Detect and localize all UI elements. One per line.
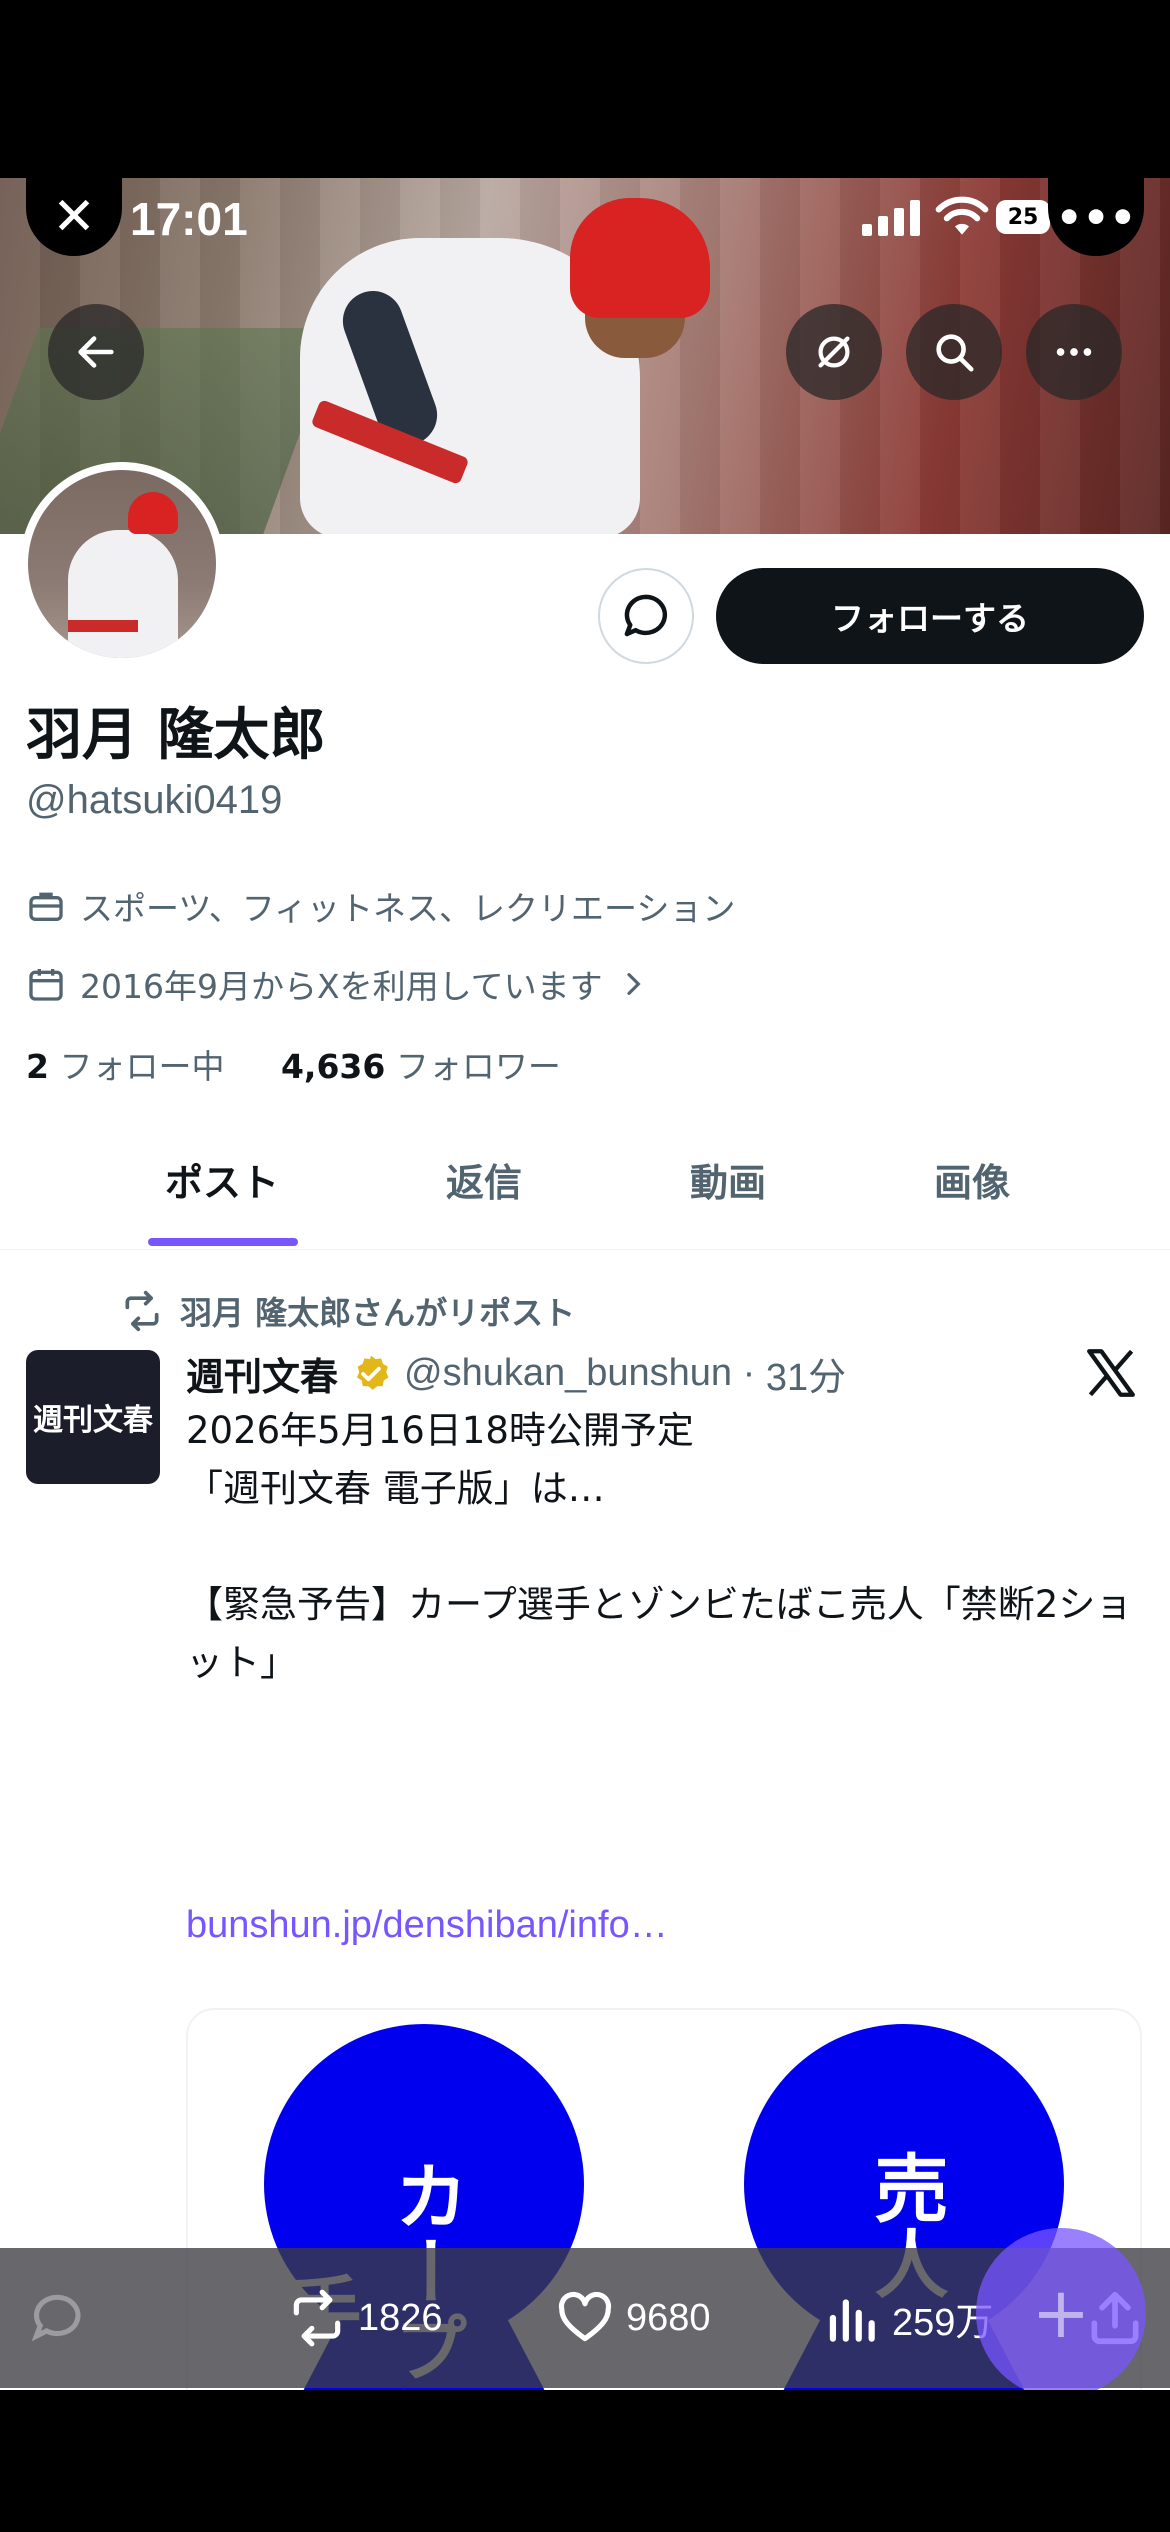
following-link[interactable]: 2 フォロー中	[26, 1047, 224, 1086]
message-button[interactable]	[598, 568, 694, 664]
following-count: 2	[26, 1047, 49, 1086]
reply-icon	[31, 2294, 81, 2342]
search-icon	[936, 334, 974, 372]
search-button[interactable]	[906, 304, 1002, 400]
calendar-icon	[29, 969, 63, 1001]
tab-posts[interactable]: ポスト	[122, 1108, 322, 1250]
followers-count: 4,636	[280, 1047, 386, 1086]
post-header: 週刊文春 @shukan_bunshun · 31分	[186, 1346, 846, 1401]
post-age: 31分	[765, 1357, 847, 1399]
profile-avatar[interactable]	[20, 462, 224, 666]
repost-count: 1826	[358, 2296, 443, 2339]
profile-more-button[interactable]	[1026, 304, 1122, 400]
grok-icon	[818, 336, 850, 368]
post-text: 2026年5月16日18時公開予定 「週刊文春 電子版」は… 【緊急予告】カープ…	[186, 1409, 1133, 1684]
compose-post-button[interactable]: +	[976, 2228, 1146, 2390]
status-time: 17:01	[130, 193, 248, 245]
heart-icon	[558, 2291, 612, 2342]
repost-icon	[125, 1290, 159, 1332]
battery-icon: 25	[996, 200, 1050, 234]
repost-action-icon	[293, 2289, 341, 2347]
signal-icon	[862, 200, 920, 236]
category-text: スポーツ、フィットネス、レクリエーション	[80, 889, 736, 928]
chat-bubble-icon	[624, 594, 668, 637]
post-author-name[interactable]: 週刊文春	[186, 1346, 338, 1401]
grok-button[interactable]	[786, 304, 882, 400]
tab-videos[interactable]: 動画	[628, 1108, 828, 1250]
profile-joined[interactable]: 2016年9月からXを利用しています	[26, 960, 649, 1008]
follow-button[interactable]: フォローする	[716, 568, 1144, 664]
bottom-letterbox	[0, 2390, 1170, 2532]
reply-button[interactable]	[26, 2248, 88, 2388]
followers-link[interactable]: 4,636 フォロワー	[281, 1047, 561, 1086]
plus-icon: +	[1031, 2272, 1091, 2354]
more-options-icon[interactable]: •••	[1048, 178, 1144, 256]
post-author-handle[interactable]: @shukan_bunshun	[404, 1352, 732, 1395]
status-bar: ✕ 17:01 25 •••	[0, 178, 1170, 258]
like-count: 9680	[626, 2296, 711, 2339]
repost-indicator: 羽月 隆太郎さんがリポスト	[120, 1288, 575, 1334]
more-icon	[1056, 348, 1092, 356]
verified-badge-icon	[357, 1355, 389, 1390]
back-arrow-icon	[78, 336, 114, 368]
views-button[interactable]: 259万	[820, 2248, 993, 2388]
like-button[interactable]: 9680	[554, 2248, 711, 2388]
close-icon[interactable]: ✕	[26, 178, 122, 256]
repost-label: 羽月 隆太郎さんがリポスト	[180, 1294, 576, 1332]
chevron-right-icon	[627, 973, 641, 995]
joined-text: 2016年9月からXを利用しています	[80, 967, 603, 1006]
x-logo-icon	[1087, 1349, 1135, 1397]
tab-replies[interactable]: 返信	[384, 1108, 584, 1250]
post-separator: ·	[732, 1352, 766, 1394]
top-letterbox	[0, 0, 1170, 178]
wifi-icon	[935, 196, 989, 235]
follow-stats: 2 フォロー中 4,636 フォロワー	[26, 1040, 561, 1088]
post-author-avatar[interactable]: 週刊文春	[26, 1350, 160, 1484]
tab-active-indicator	[148, 1238, 298, 1246]
profile-name: 羽月 隆太郎	[26, 703, 326, 768]
tab-images[interactable]: 画像	[872, 1108, 1072, 1250]
following-label: フォロー中	[59, 1047, 225, 1086]
profile-screen: ✕ 17:01 25 ••• フォローする 羽月 隆太郎 @hatsuki041…	[0, 178, 1170, 2390]
repost-button[interactable]: 1826	[286, 2248, 443, 2388]
profile-category: スポーツ、フィットネス、レクリエーション	[26, 882, 735, 930]
views-chart-icon	[829, 2299, 875, 2342]
back-button[interactable]	[48, 304, 144, 400]
followers-label: フォロワー	[395, 1047, 561, 1086]
profile-handle: @hatsuki0419	[26, 778, 283, 822]
post-link[interactable]: bunshun.jp/denshiban/info…	[186, 1904, 668, 1947]
profile-tabs: ポスト 返信 動画 画像	[0, 1108, 1170, 1250]
briefcase-icon	[29, 892, 63, 921]
